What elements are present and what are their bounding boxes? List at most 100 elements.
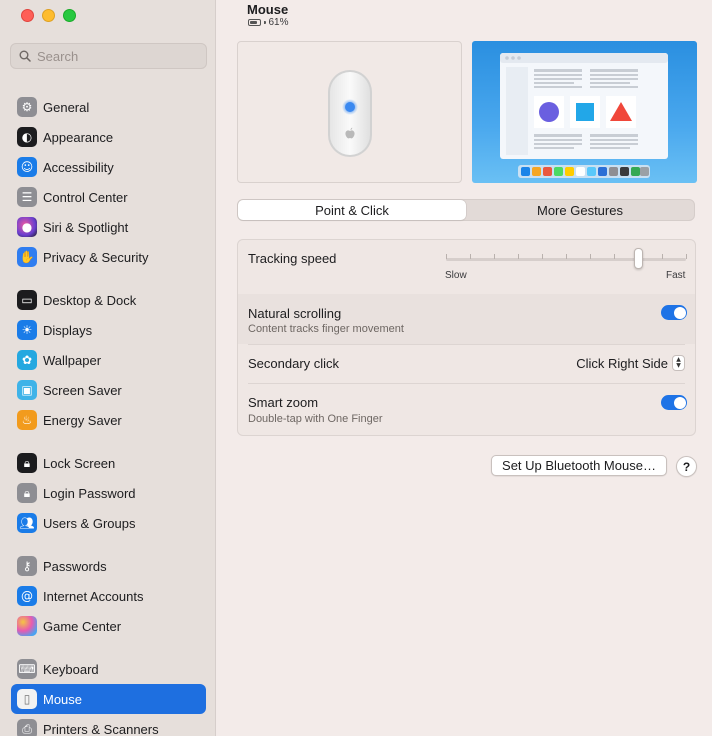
sidebar-item-users-groups[interactable]: 👥︎ Users & Groups <box>11 508 206 538</box>
smart-zoom-row: Smart zoom Double-tap with One Finger <box>238 384 695 435</box>
main-pane: Mouse 61% Point & Click More Gestures Tr… <box>217 0 712 736</box>
tracking-speed-row: Tracking speed Slow Fast <box>238 240 695 294</box>
slider-max-label: Fast <box>666 270 686 281</box>
printer-icon: ⎙ <box>17 719 37 736</box>
sidebar-item-label: Keyboard <box>43 661 99 677</box>
search-field[interactable] <box>10 43 207 69</box>
users-icon: 👥︎ <box>17 513 37 533</box>
sidebar-item-appearance[interactable]: ◐ Appearance <box>11 122 206 152</box>
slider-tick <box>518 254 519 259</box>
sidebar-item-login-password[interactable]: 🔒︎ Login Password <box>11 478 206 508</box>
natural-scrolling-label: Natural scrolling <box>248 306 342 321</box>
hand-icon: ✋ <box>17 247 37 267</box>
smart-zoom-label: Smart zoom <box>248 395 319 410</box>
sidebar-item-accessibility[interactable]: ☺ Accessibility <box>11 152 206 182</box>
slider-tick <box>542 254 543 259</box>
search-input[interactable] <box>37 48 197 64</box>
zoom-window-button[interactable] <box>63 9 76 22</box>
setup-bluetooth-mouse-button[interactable]: Set Up Bluetooth Mouse… <box>491 455 667 476</box>
sidebar-item-label: Displays <box>43 322 93 338</box>
sidebar-item-label: Control Center <box>43 189 128 205</box>
sidebar-item-label: Passwords <box>43 558 107 574</box>
sidebar-item-mouse[interactable]: ▯ Mouse <box>11 684 206 714</box>
battery-icon <box>248 19 261 26</box>
smart-zoom-toggle[interactable] <box>661 395 687 410</box>
sidebar-item-label: Siri & Spotlight <box>43 219 129 235</box>
sidebar-item-label: Energy Saver <box>43 412 122 428</box>
battery-status: 61% <box>248 17 289 28</box>
sidebar-item-siri[interactable]: ● Siri & Spotlight <box>11 212 206 242</box>
sidebar-item-energy-saver[interactable]: ♨ Energy Saver <box>11 405 206 435</box>
search-icon <box>19 50 31 62</box>
slider-tick <box>614 254 615 259</box>
sidebar-item-label: Login Password <box>43 485 136 501</box>
sun-icon: ☀ <box>17 320 37 340</box>
tab-point-and-click[interactable]: Point & Click <box>238 200 466 220</box>
smart-zoom-sublabel: Double-tap with One Finger <box>248 413 383 425</box>
control-center-icon: ☰ <box>17 187 37 207</box>
tracking-speed-label: Tracking speed <box>248 251 337 266</box>
sidebar-item-label: Lock Screen <box>43 455 116 471</box>
key-icon: ⚷ <box>17 556 37 576</box>
sidebar-item-label: Accessibility <box>43 159 114 175</box>
slider-tick <box>494 254 495 259</box>
siri-icon: ● <box>17 217 37 237</box>
slider-tick <box>470 254 471 259</box>
battery-fill <box>250 21 257 24</box>
sidebar-item-label: Mouse <box>43 691 83 707</box>
sidebar-item-screen-saver[interactable]: ▣ Screen Saver <box>11 375 206 405</box>
help-button[interactable]: ? <box>676 456 697 477</box>
secondary-click-popup[interactable]: Click Right Side ▲ ▼ <box>576 355 685 371</box>
tab-segmented-control: Point & Click More Gestures <box>237 199 695 221</box>
flower-icon: ✿ <box>17 350 37 370</box>
sidebar-item-internet-accounts[interactable]: @ Internet Accounts <box>11 581 206 611</box>
at-icon: @ <box>17 586 37 606</box>
dock-icon: ▭ <box>17 290 37 310</box>
slider-tick <box>446 254 447 259</box>
chevron-updown-icon: ▲ ▼ <box>672 355 685 371</box>
mouse-icon: ▯ <box>17 689 37 709</box>
slider-min-label: Slow <box>445 270 467 281</box>
sidebar-item-desktop-dock[interactable]: ▭ Desktop & Dock <box>11 285 206 315</box>
sidebar-item-label: Game Center <box>43 618 122 634</box>
sidebar-item-label: Printers & Scanners <box>43 721 159 736</box>
magic-mouse-icon <box>328 70 372 157</box>
sidebar-item-keyboard[interactable]: ⌨ Keyboard <box>11 654 206 684</box>
sidebar-item-control-center[interactable]: ☰ Control Center <box>11 182 206 212</box>
slider-tick <box>686 254 687 259</box>
window-controls <box>21 9 76 22</box>
sidebar-item-label: Internet Accounts <box>43 588 144 604</box>
sidebar-item-displays[interactable]: ☀ Displays <box>11 315 206 345</box>
minimize-window-button[interactable] <box>42 9 55 22</box>
natural-scrolling-row: Natural scrolling Content tracks finger … <box>238 294 695 344</box>
sidebar-item-game-center[interactable]: Game Center <box>11 611 206 641</box>
sidebar-item-printers[interactable]: ⎙ Printers & Scanners <box>11 714 206 736</box>
natural-scrolling-toggle[interactable] <box>661 305 687 320</box>
battery-percent: 61% <box>268 17 289 28</box>
close-window-button[interactable] <box>21 9 34 22</box>
sidebar-item-label: Appearance <box>43 129 114 145</box>
sidebar-item-passwords[interactable]: ⚷ Passwords <box>11 551 206 581</box>
sidebar-item-lock-screen[interactable]: 🔒︎ Lock Screen <box>11 448 206 478</box>
tracking-speed-knob[interactable] <box>634 248 643 269</box>
device-title: Mouse <box>247 2 289 17</box>
sidebar-item-label: Users & Groups <box>43 515 136 531</box>
tab-more-gestures[interactable]: More Gestures <box>466 200 694 220</box>
slider-tick <box>590 254 591 259</box>
bulb-icon: ♨ <box>17 410 37 430</box>
desktop-preview-graphic <box>500 53 668 178</box>
sidebar-item-wallpaper[interactable]: ✿ Wallpaper <box>11 345 206 375</box>
desktop-preview <box>472 41 697 183</box>
accessibility-icon: ☺ <box>17 157 37 177</box>
sidebar-item-general[interactable]: ⚙ General <box>11 92 206 122</box>
settings-group: Tracking speed Slow Fast Natural scrolli… <box>237 239 696 436</box>
sidebar-item-label: Privacy & Security <box>43 249 149 265</box>
sidebar-item-privacy[interactable]: ✋ Privacy & Security <box>11 242 206 272</box>
sidebar: ⚙ General ◐ Appearance ☺ Accessibility ☰… <box>0 0 216 736</box>
slider-tick <box>566 254 567 259</box>
screensaver-icon: ▣ <box>17 380 37 400</box>
appearance-icon: ◐ <box>17 127 37 147</box>
mouse-preview <box>237 41 462 183</box>
slider-tick <box>662 254 663 259</box>
sidebar-item-label: General <box>43 99 90 115</box>
